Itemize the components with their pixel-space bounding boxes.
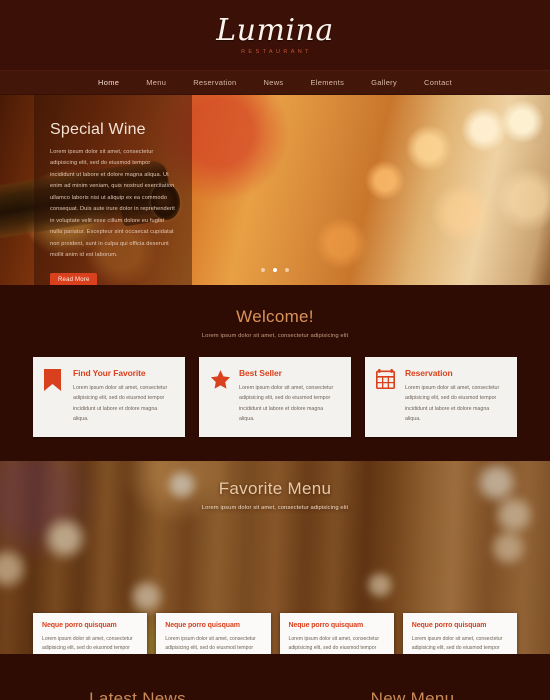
- welcome-subtitle: Lorem ipsum dolor sit amet, consectetur …: [201, 333, 349, 339]
- new-menu-title: New Menu: [370, 689, 455, 700]
- favorite-menu-subtitle: Lorem ipsum dolor sit amet, consectetur …: [201, 505, 349, 512]
- slider-dot-3[interactable]: [285, 268, 289, 272]
- nav-item-reservation[interactable]: Reservation: [193, 78, 236, 87]
- hero-caption-panel: Special Wine Lorem ipsum dolor sit amet,…: [34, 95, 192, 285]
- slider-dot-2[interactable]: [273, 268, 277, 272]
- feature-card-title: Find Your Favorite: [73, 368, 146, 378]
- nav-item-menu[interactable]: Menu: [146, 78, 166, 87]
- latest-news-title: Latest News: [89, 689, 186, 700]
- new-menu-section: New Menu: [275, 654, 550, 700]
- calendar-icon: [375, 368, 396, 424]
- nav-item-elements[interactable]: Elements: [311, 78, 345, 87]
- nav-item-news[interactable]: News: [264, 78, 284, 87]
- welcome-section: Welcome! Lorem ipsum dolor sit amet, con…: [0, 285, 550, 462]
- menu-item-title: Neque porro quisquam: [288, 621, 364, 629]
- site-header: Lumina RESTAURANT: [0, 0, 550, 70]
- bottom-sections: Latest News New Menu: [0, 654, 550, 700]
- nav-item-contact[interactable]: Contact: [424, 78, 452, 87]
- main-navigation: Home Menu Reservation News Elements Gall…: [0, 70, 550, 95]
- favorite-menu-heading: Favorite Menu Lorem ipsum dolor sit amet…: [0, 461, 550, 511]
- feature-card-text: Lorem ipsum dolor sit amet, consectetur …: [73, 385, 168, 422]
- welcome-title: Welcome!: [236, 307, 314, 326]
- restaurant-homepage: Lumina RESTAURANT Home Menu Reservation …: [0, 0, 550, 700]
- logo-tagline: RESTAURANT: [241, 48, 312, 55]
- read-more-button[interactable]: Read More: [50, 272, 98, 285]
- nav-item-home[interactable]: Home: [98, 78, 119, 87]
- favorite-menu-title: Favorite Menu: [218, 479, 332, 499]
- menu-item-title: Neque porro quisquam: [42, 621, 117, 629]
- feature-card-title: Best Seller: [239, 368, 282, 378]
- feature-card-title: Reservation: [405, 368, 453, 378]
- star-icon: [210, 368, 231, 424]
- hero-description: Lorem ipsum dolor sit amet, consectetur …: [50, 149, 175, 259]
- hero-title: Special Wine: [50, 121, 146, 138]
- feature-card-text: Lorem ipsum dolor sit amet, consectetur …: [239, 385, 334, 422]
- hero-slider[interactable]: Special Wine Lorem ipsum dolor sit amet,…: [0, 95, 550, 285]
- slider-dot-1[interactable]: [261, 268, 265, 272]
- nav-item-gallery[interactable]: Gallery: [371, 78, 397, 87]
- menu-item-title: Neque porro quisquam: [165, 621, 240, 629]
- bookmark-icon: [44, 368, 64, 424]
- latest-news-section: Latest News: [0, 654, 275, 700]
- favorite-menu-section: Favorite Menu Lorem ipsum dolor sit amet…: [0, 461, 550, 682]
- feature-card-list: Find Your Favorite Lorem ipsum dolor sit…: [0, 357, 550, 438]
- menu-item-title: Neque porro quisquam: [411, 621, 487, 629]
- feature-card-text: Lorem ipsum dolor sit amet, consectetur …: [405, 385, 500, 422]
- slider-pagination: [0, 268, 550, 272]
- logo-wordmark[interactable]: Lumina: [216, 15, 334, 46]
- feature-card-best-seller[interactable]: Best Seller Lorem ipsum dolor sit amet, …: [199, 357, 351, 438]
- feature-card-reservation[interactable]: Reservation Lorem ipsum dolor sit amet, …: [365, 357, 517, 438]
- feature-card-find-your-favorite[interactable]: Find Your Favorite Lorem ipsum dolor sit…: [33, 357, 185, 438]
